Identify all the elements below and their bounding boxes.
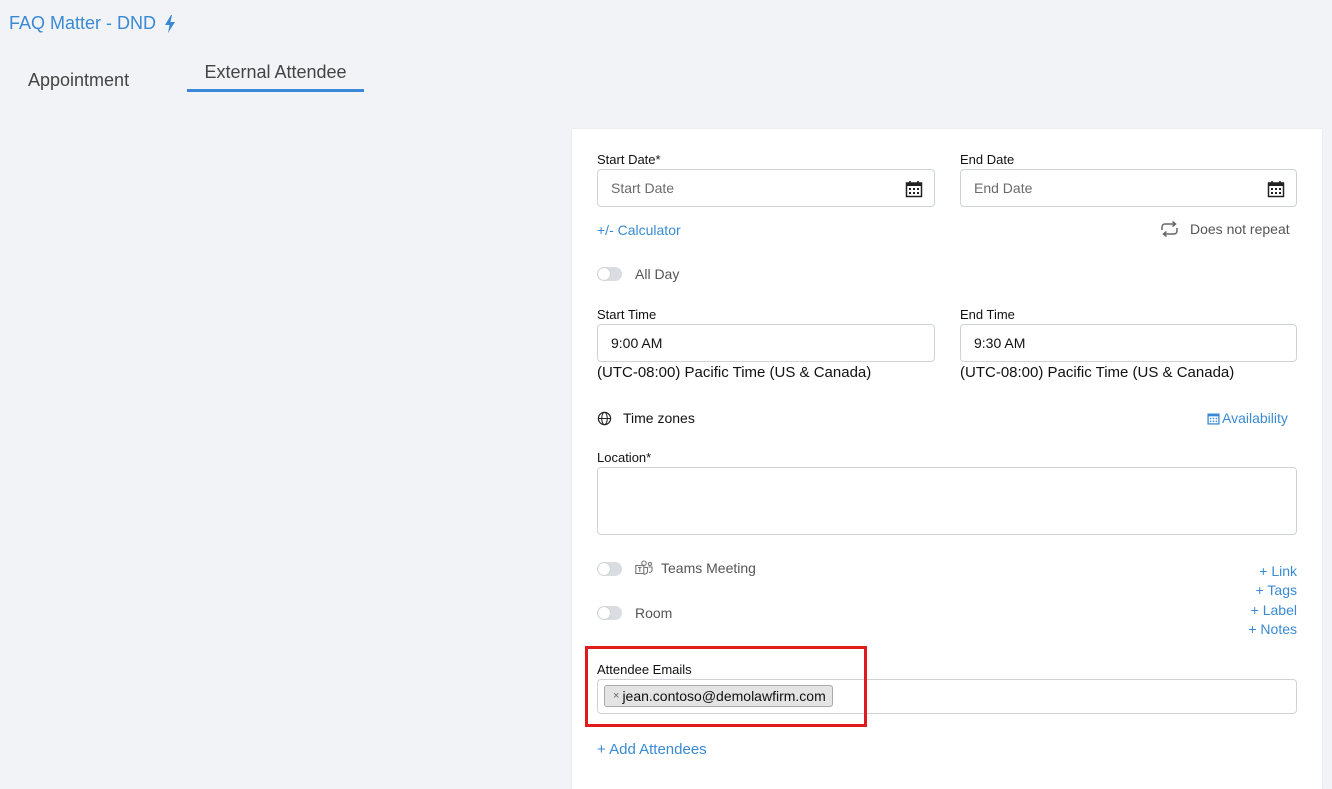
lightning-icon <box>165 14 176 33</box>
room-label: Room <box>635 605 673 621</box>
repeat-icon <box>1161 221 1178 237</box>
teams-icon <box>635 560 653 575</box>
start-date-label: Start Date* <box>597 152 661 167</box>
highlight-box <box>585 646 867 727</box>
time-zones-control[interactable]: Time zones <box>597 410 695 426</box>
end-time-input[interactable]: 9:30 AM <box>960 324 1297 362</box>
add-label-link[interactable]: + Label <box>1251 602 1297 618</box>
end-time-timezone: (UTC-08:00) Pacific Time (US & Canada) <box>960 364 1235 381</box>
repeat-control[interactable]: Does not repeat <box>1159 221 1290 237</box>
location-label: Location* <box>597 450 652 465</box>
calendar-icon[interactable] <box>905 180 923 198</box>
add-notes-link[interactable]: + Notes <box>1248 621 1297 637</box>
add-tags-link[interactable]: + Tags <box>1256 582 1297 598</box>
start-date-input[interactable]: Start Date <box>597 169 935 207</box>
teams-meeting-row: Teams Meeting <box>635 560 756 576</box>
add-link-link[interactable]: + Link <box>1259 563 1297 579</box>
availability-link[interactable]: Availability <box>1207 410 1288 426</box>
end-time-label: End Time <box>960 307 1015 322</box>
end-date-label: End Date <box>960 152 1015 167</box>
start-date-placeholder: Start Date <box>611 180 675 196</box>
end-time-value: 9:30 AM <box>974 335 1026 351</box>
tab-external-attendee[interactable]: External Attendee <box>187 62 364 92</box>
repeat-label: Does not repeat <box>1190 221 1290 237</box>
globe-icon <box>597 411 612 425</box>
start-time-label: Start Time <box>597 307 657 322</box>
calendar-icon <box>1207 413 1220 425</box>
location-textarea[interactable] <box>597 467 1297 535</box>
tab-appointment[interactable]: Appointment <box>28 70 129 91</box>
time-zones-label: Time zones <box>623 410 695 426</box>
calculator-link[interactable]: +/- Calculator <box>597 222 681 238</box>
matter-title-text[interactable]: FAQ Matter - DND <box>9 13 156 34</box>
calendar-icon[interactable] <box>1267 180 1285 198</box>
start-time-input[interactable]: 9:00 AM <box>597 324 935 362</box>
start-time-timezone: (UTC-08:00) Pacific Time (US & Canada) <box>597 364 872 381</box>
end-date-placeholder: End Date <box>974 180 1033 196</box>
start-time-value: 9:00 AM <box>611 335 663 351</box>
room-toggle[interactable] <box>597 606 622 620</box>
add-attendees-link[interactable]: + Add Attendees <box>597 741 707 758</box>
matter-title[interactable]: FAQ Matter - DND <box>9 13 176 34</box>
all-day-label: All Day <box>635 266 680 282</box>
availability-label: Availability <box>1222 410 1288 426</box>
all-day-toggle[interactable] <box>597 267 622 281</box>
teams-meeting-label: Teams Meeting <box>661 560 756 576</box>
teams-meeting-toggle[interactable] <box>597 562 622 576</box>
end-date-input[interactable]: End Date <box>960 169 1297 207</box>
